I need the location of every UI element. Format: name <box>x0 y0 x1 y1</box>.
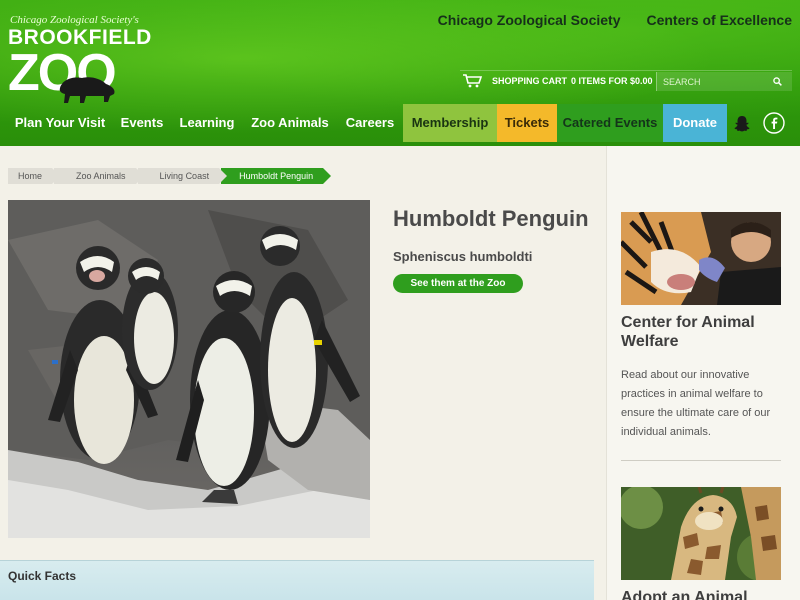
breadcrumb-zoo-animals[interactable]: Zoo Animals <box>54 168 144 184</box>
top-links: Chicago Zoological Society Centers of Ex… <box>438 12 792 28</box>
site-header: Chicago Zoological Society's BROOKFIELD … <box>0 0 800 146</box>
sidebar-divider <box>621 460 781 461</box>
nav-membership[interactable]: Membership <box>403 104 497 142</box>
animal-scientific-name: Spheniscus humboldti <box>393 249 533 264</box>
giraffe-illustration <box>621 487 781 580</box>
breadcrumb-home[interactable]: Home <box>8 168 61 184</box>
logo-society-text: Chicago Zoological Society's <box>10 14 139 26</box>
main-nav: Plan Your Visit Events Learning Zoo Anim… <box>0 104 800 142</box>
link-centers-of-excellence[interactable]: Centers of Excellence <box>646 12 792 28</box>
adopt-an-animal-photo[interactable] <box>621 487 781 580</box>
snapchat-icon[interactable] <box>734 115 750 132</box>
center-for-animal-welfare-text: Read about our innovative practices in a… <box>621 369 771 438</box>
quick-facts-section: Quick Facts <box>0 560 594 600</box>
animal-welfare-photo[interactable] <box>621 212 781 305</box>
search-input[interactable] <box>657 73 767 90</box>
breadcrumb-humboldt-penguin: Humboldt Penguin <box>221 168 332 184</box>
cart-label: SHOPPING CART <box>492 75 568 86</box>
nav-zoo-animals[interactable]: Zoo Animals <box>246 104 334 142</box>
nav-events[interactable]: Events <box>114 104 170 142</box>
search-box <box>656 72 792 91</box>
sidebar: Center for Animal Welfare Read about our… <box>606 146 800 600</box>
nav-catered-events[interactable]: Catered Events <box>557 104 663 142</box>
see-them-at-the-zoo-button[interactable]: See them at the Zoo <box>393 274 523 293</box>
search-icon[interactable] <box>773 77 782 86</box>
animal-title: Humboldt Penguin <box>393 206 589 231</box>
nav-plan-your-visit[interactable]: Plan Your Visit <box>8 104 112 142</box>
nav-learning[interactable]: Learning <box>174 104 240 142</box>
bison-icon <box>59 77 115 103</box>
cart-summary: 0 ITEMS FOR $0.00 <box>571 75 653 86</box>
brookfield-zoo-logo[interactable]: Chicago Zoological Society's BROOKFIELD … <box>8 12 151 107</box>
breadcrumb-living-coast[interactable]: Living Coast <box>137 168 227 184</box>
nav-careers[interactable]: Careers <box>340 104 400 142</box>
breadcrumb: Home Zoo Animals Living Coast Humboldt P… <box>8 168 332 184</box>
penguin-photo <box>8 200 370 538</box>
link-chicago-zoological-society[interactable]: Chicago Zoological Society <box>438 12 621 28</box>
center-for-animal-welfare-title[interactable]: Center for Animal Welfare <box>621 313 791 351</box>
nav-donate[interactable]: Donate <box>663 104 727 142</box>
nav-tickets[interactable]: Tickets <box>497 104 557 142</box>
adopt-an-animal-title[interactable]: Adopt an Animal <box>621 588 791 600</box>
cart-bar: SHOPPING CART 0 ITEMS FOR $0.00 <box>460 70 792 91</box>
facebook-icon[interactable] <box>763 112 785 134</box>
cart-icon[interactable] <box>462 73 484 88</box>
penguin-illustration <box>8 200 370 538</box>
tiger-vet-illustration <box>621 212 781 305</box>
shopping-cart-link[interactable]: SHOPPING CART 0 ITEMS FOR $0.00 <box>488 76 653 86</box>
quick-facts-title: Quick Facts <box>8 569 77 583</box>
